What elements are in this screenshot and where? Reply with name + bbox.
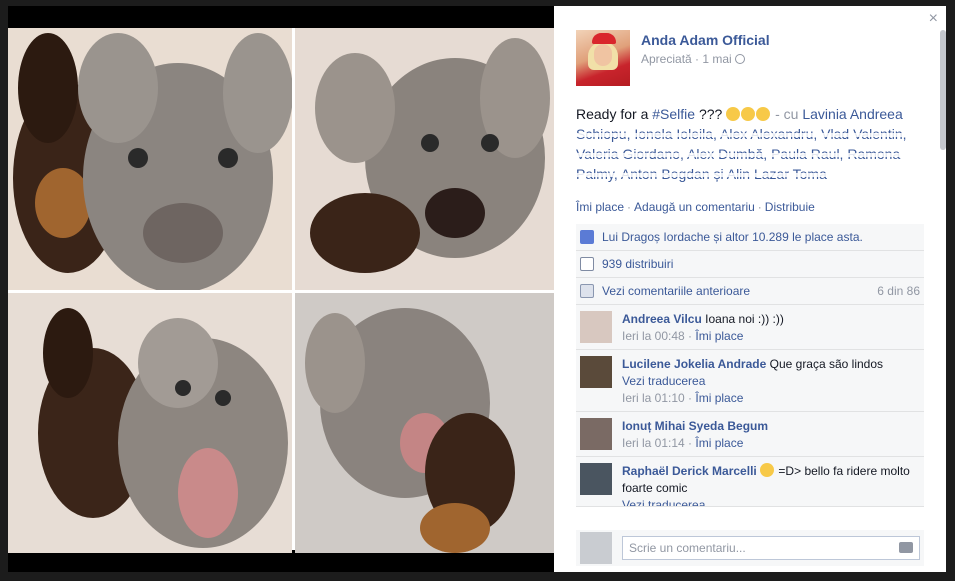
- shares-row: 939 distribuiri: [576, 251, 924, 278]
- dogs-selfie-image-3: [8, 293, 292, 553]
- photo-panel-bottom-right: [295, 293, 557, 553]
- comment-time[interactable]: Ieri la 00:48: [622, 329, 685, 343]
- comments-count: 6 din 86: [877, 284, 920, 298]
- camera-icon[interactable]: [899, 542, 913, 553]
- photo-panel-top-left: [8, 28, 292, 290]
- feedback-section: Lui Dragoș Iordache și altor 10.289 le p…: [576, 224, 924, 507]
- dogs-selfie-image-1: [8, 28, 292, 290]
- post-date-link[interactable]: 1 mai: [702, 52, 731, 66]
- post-status: Apreciată: [641, 52, 692, 66]
- commenter-avatar[interactable]: [580, 311, 612, 343]
- dogs-selfie-image-4: [295, 293, 557, 553]
- commenter-avatar[interactable]: [580, 418, 612, 450]
- like-button[interactable]: Îmi place: [576, 200, 624, 214]
- shares-count-link[interactable]: 939 distribuiri: [602, 257, 673, 271]
- scrollbar[interactable]: [940, 30, 946, 150]
- likes-summary-row: Lui Dragoș Iordache și altor 10.289 le p…: [576, 224, 924, 251]
- add-comment-button[interactable]: Adaugă un comentariu: [634, 200, 755, 214]
- comment-author-link[interactable]: Andreea Vilcu: [622, 312, 702, 326]
- post-side-panel: × Anda Adam Official Apreciată · 1 mai R…: [554, 6, 946, 572]
- commenter-avatar[interactable]: [580, 356, 612, 388]
- commenter-avatar[interactable]: [580, 463, 612, 495]
- hashtag-link[interactable]: #Selfie: [652, 106, 695, 122]
- comment-time[interactable]: Ieri la 01:10: [622, 391, 685, 405]
- comment-text: Ioana noi :)) :)): [705, 312, 784, 326]
- photo-stage[interactable]: [8, 6, 557, 572]
- globe-icon: [735, 54, 746, 64]
- share-button[interactable]: Distribuie: [765, 200, 815, 214]
- laughing-emoji-icon: [726, 107, 741, 121]
- dogs-selfie-image-2: [295, 28, 557, 290]
- page-avatar[interactable]: [576, 30, 630, 86]
- share-icon: [580, 257, 594, 271]
- view-previous-comments-link[interactable]: Vezi comentariile anterioare: [602, 284, 750, 298]
- comment-item: Lucilene Jokelia Andrade Que graça são l…: [576, 350, 924, 412]
- comment-author-link[interactable]: Lucilene Jokelia Andrade: [622, 357, 766, 371]
- see-translation-link[interactable]: Vezi traducerea: [622, 373, 920, 390]
- comment-item: Raphaël Derick Marcelli =D> bello fa rid…: [576, 457, 924, 507]
- comment-item: Andreea Vilcu Ioana noi :)) :)) Ieri la …: [576, 305, 924, 350]
- comment-item: Ionuț Mihai Syeda Begum Ieri la 01:14 · …: [576, 412, 924, 457]
- comment-like-button[interactable]: Îmi place: [695, 391, 743, 405]
- post-actions: Îmi place · Adaugă un comentariu · Distribui…: [576, 200, 815, 214]
- comment-like-button[interactable]: Îmi place: [695, 436, 743, 450]
- comment-composer: Scrie un comentariu...: [576, 530, 924, 566]
- comment-like-button[interactable]: Îmi place: [695, 329, 743, 343]
- comment-author-link[interactable]: Ionuț Mihai: [622, 419, 685, 433]
- likes-summary-text[interactable]: Lui Dragoș Iordache și altor 10.289 le p…: [602, 230, 863, 244]
- comment-time[interactable]: Ieri la 01:14: [622, 436, 685, 450]
- previous-comments-row: Vezi comentariile anterioare 6 din 86: [576, 278, 924, 305]
- post-text: Ready for a #Selfie ??? - cu Lavinia And…: [576, 106, 907, 182]
- comment-bubble-icon: [580, 284, 594, 298]
- tagged-person-link[interactable]: Syeda Begum: [689, 419, 768, 433]
- post-meta: Apreciată · 1 mai: [641, 52, 770, 66]
- thumbs-up-icon: [580, 230, 594, 244]
- photo-collage: [8, 28, 557, 553]
- laughing-emoji-icon: [741, 107, 756, 121]
- post-header: Anda Adam Official Apreciată · 1 mai: [576, 30, 770, 86]
- page-name-link[interactable]: Anda Adam Official: [641, 32, 770, 48]
- laughing-emoji-icon: [756, 107, 771, 121]
- photo-panel-bottom-left: [8, 293, 292, 553]
- photo-panel-top-right: [295, 28, 557, 290]
- see-translation-link[interactable]: Vezi traducerea: [622, 497, 920, 506]
- comment-input[interactable]: Scrie un comentariu...: [622, 536, 920, 560]
- smiley-emoji-icon: [760, 463, 775, 477]
- current-user-avatar: [580, 532, 612, 564]
- comment-text: Que graça são lindos: [769, 357, 884, 371]
- comment-author-link[interactable]: Raphaël Derick Marcelli: [622, 464, 757, 478]
- close-icon[interactable]: ×: [929, 10, 938, 28]
